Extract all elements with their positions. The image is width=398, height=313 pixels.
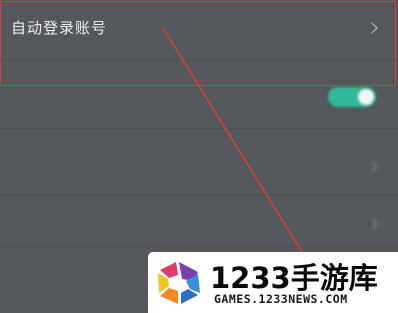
- settings-row-4[interactable]: [0, 205, 398, 241]
- toggle-knob: [358, 89, 374, 105]
- chevron-right-icon: [366, 161, 378, 173]
- annotation-highlight-box: [0, 1, 396, 86]
- watermark-banner: 1233手游库 GAMES.1233NEWS.COM: [148, 252, 398, 313]
- chevron-right-icon: [366, 218, 378, 230]
- watermark-brand: 1233手游库: [210, 261, 378, 295]
- toggle-switch[interactable]: [328, 87, 376, 107]
- settings-row-3[interactable]: [0, 145, 398, 185]
- divider: [0, 194, 398, 195]
- watermark-site: GAMES.1233NEWS.COM: [214, 292, 348, 306]
- divider: [0, 246, 398, 247]
- logo-icon: [158, 262, 200, 304]
- divider: [0, 128, 398, 129]
